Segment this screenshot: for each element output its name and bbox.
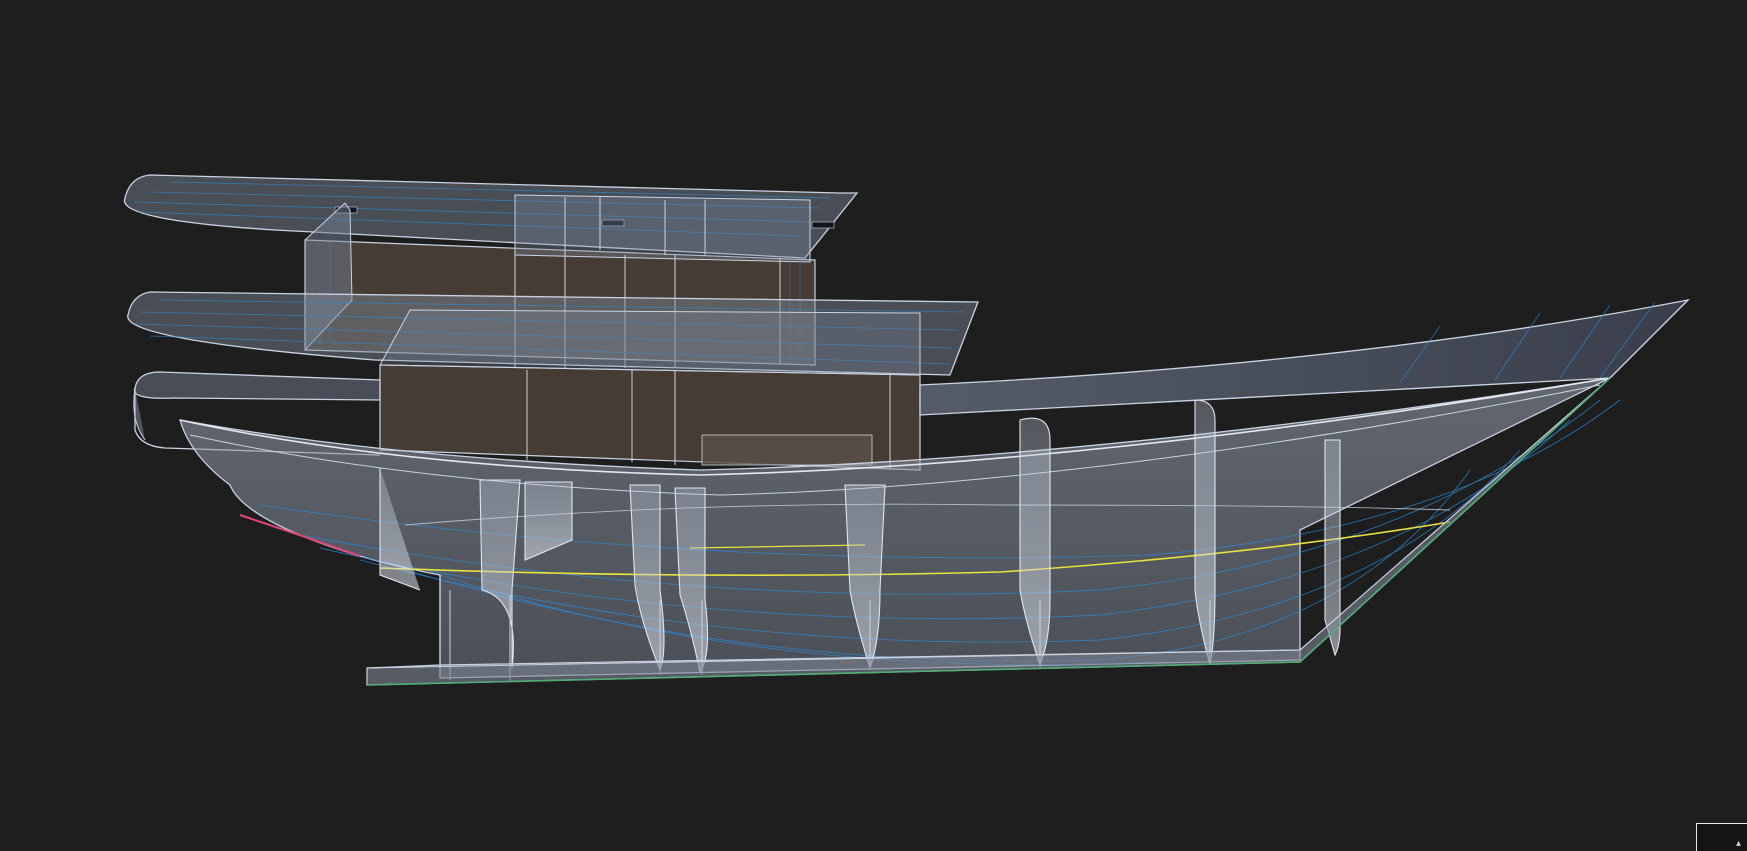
corner-widget[interactable]: ▴ [1696,823,1747,851]
main-cabin [379,309,921,471]
triangle-icon: ▴ [1735,838,1741,849]
3d-viewport[interactable] [0,0,1747,851]
foredeck-sheer [919,298,1690,416]
